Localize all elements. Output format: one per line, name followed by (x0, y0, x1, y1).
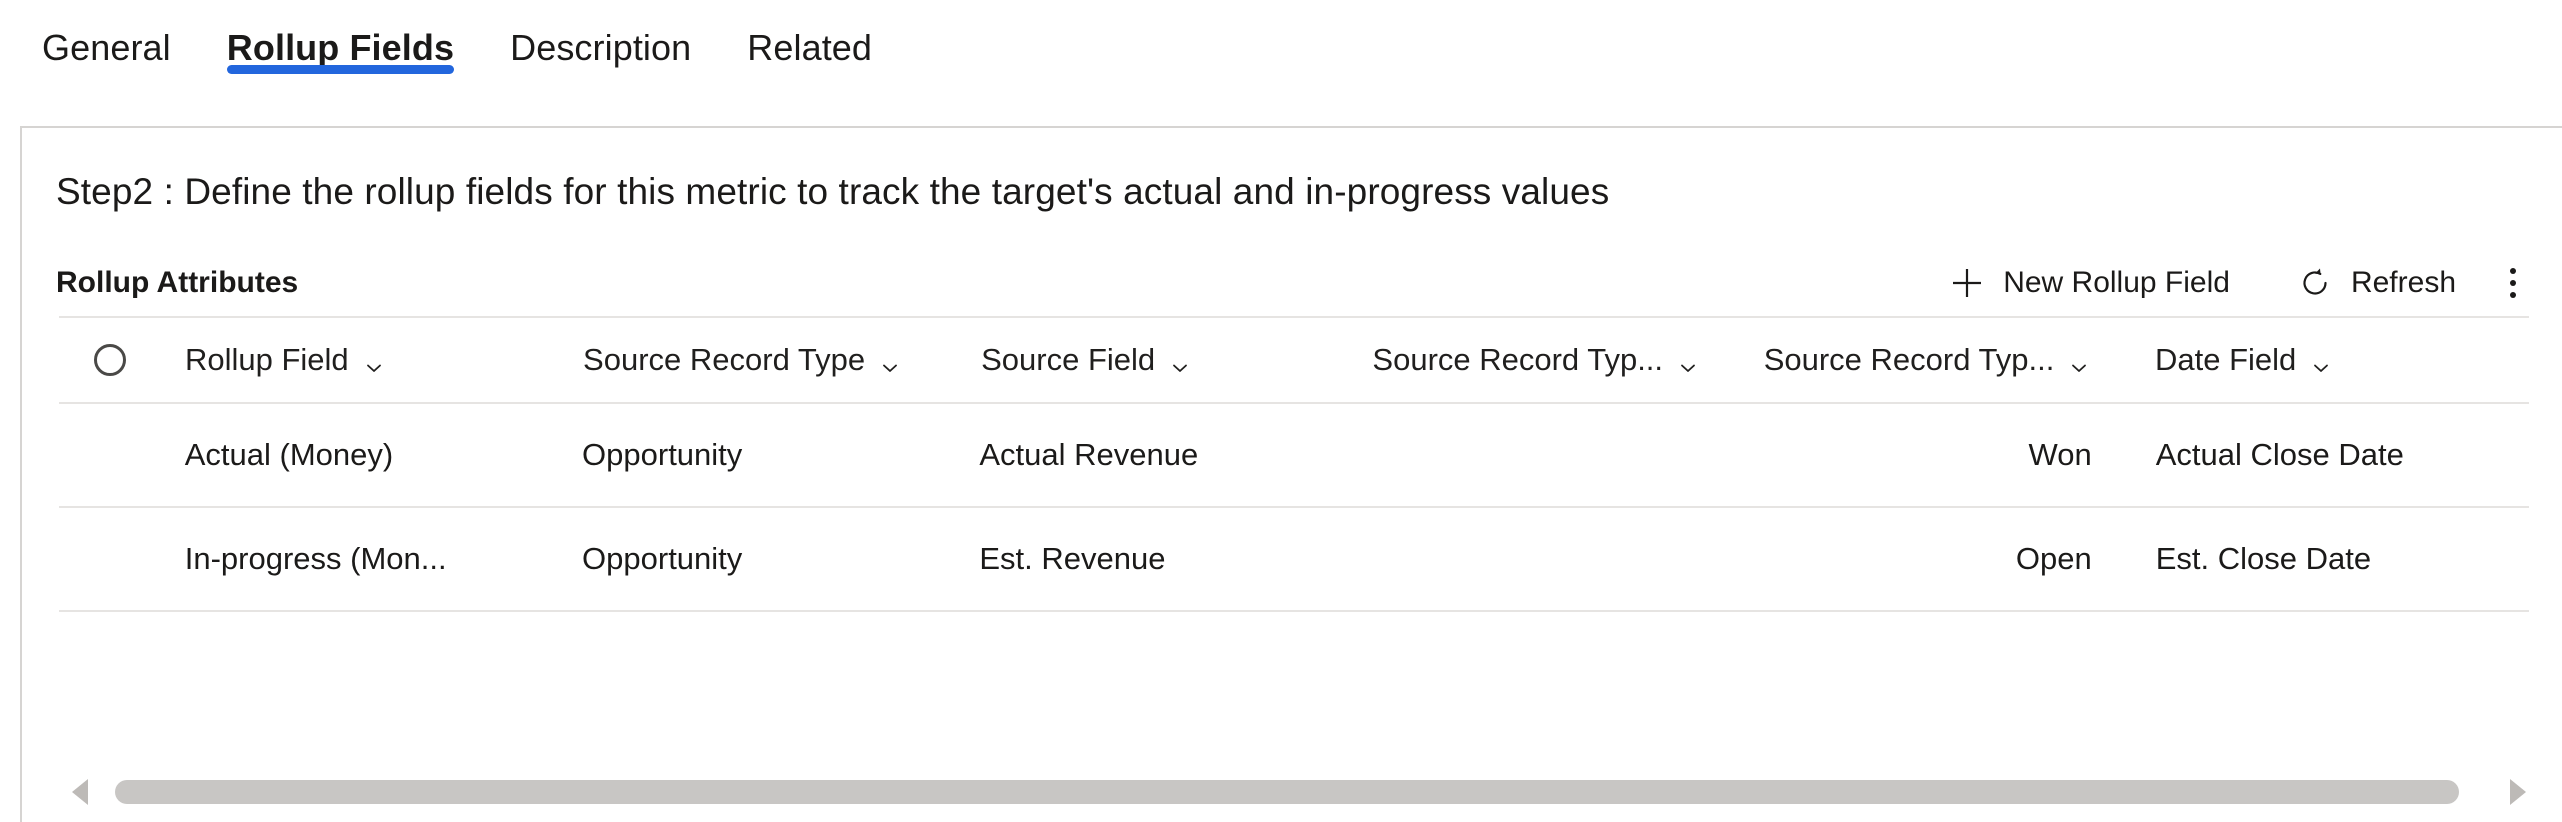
table-row[interactable]: In-progress (Mon... Opportunity Est. Rev… (59, 508, 2529, 612)
dot (2510, 292, 2516, 298)
cell-source-record-type: Opportunity (582, 541, 743, 576)
chevron-down-icon (1170, 350, 1190, 372)
cell-source-record-type-2 (1346, 404, 1739, 506)
scroll-left-arrow-icon[interactable] (59, 770, 101, 814)
cell-date-field: Est. Close Date (2155, 541, 2372, 576)
cell-source-record-type-2 (1346, 508, 1739, 610)
tab-label: General (42, 26, 171, 68)
rollup-attributes-toolbar: Rollup Attributes New Rollup Field Refre… (22, 250, 2562, 316)
chevron-down-icon (1678, 350, 1698, 372)
refresh-button[interactable]: Refresh (2282, 258, 2472, 308)
column-header-rollup-field[interactable]: Rollup Field (161, 318, 559, 402)
column-header-label: Date Field (2154, 342, 2297, 377)
chevron-down-icon (880, 350, 900, 372)
column-header-source-record-type-2[interactable]: Source Record Typ... (1348, 318, 1739, 402)
tab-general[interactable]: General (14, 0, 199, 95)
tab-selected-underline (226, 65, 455, 74)
select-all-circle-icon[interactable] (93, 344, 126, 376)
cell-source-record-type-3: Won (2028, 437, 2092, 472)
column-header-label: Source Record Type (583, 342, 866, 377)
scrollbar-track[interactable] (115, 770, 2483, 814)
tab-related[interactable]: Related (719, 0, 900, 95)
cell-rollup-field: In-progress (Mon... (184, 541, 447, 576)
dot (2510, 268, 2516, 274)
triangle-left (72, 779, 88, 805)
dot (2510, 280, 2516, 286)
row-select-cell[interactable] (59, 404, 161, 506)
tab-label: Rollup Fields (226, 26, 455, 68)
tab-strip: General Rollup Fields Description Relate… (0, 0, 2562, 95)
more-vertical-icon[interactable] (2490, 257, 2536, 309)
tab-label: Description (510, 26, 692, 68)
column-header-label: Source Field (981, 342, 1156, 377)
tab-description[interactable]: Description (482, 0, 719, 95)
refresh-icon (2298, 266, 2332, 300)
scrollbar-thumb[interactable] (115, 780, 2460, 804)
cell-rollup-field: Actual (Money) (184, 437, 394, 472)
grid-header-row: Rollup Field Source Record Type Source F… (59, 316, 2529, 404)
column-header-label: Rollup Field (184, 342, 349, 377)
triangle-right (2510, 779, 2526, 805)
section-title: Rollup Attributes (56, 266, 299, 299)
plus-icon (1950, 266, 1984, 300)
chevron-down-icon (2069, 350, 2089, 372)
cell-source-record-type-3: Open (2015, 541, 2092, 576)
rollup-attributes-grid: Rollup Field Source Record Type Source F… (59, 316, 2529, 612)
column-header-source-record-type-3[interactable]: Source Record Typ... (1740, 318, 2131, 402)
rollup-fields-panel: Step2 : Define the rollup fields for thi… (20, 126, 2562, 822)
column-header-source-field[interactable]: Source Field (957, 318, 1348, 402)
column-header-label: Source Record Typ... (1372, 342, 1664, 377)
tab-label: Related (747, 26, 873, 68)
chevron-down-icon (364, 350, 384, 372)
table-row[interactable]: Actual (Money) Opportunity Actual Revenu… (59, 404, 2529, 508)
chevron-down-icon (2311, 350, 2331, 372)
column-header-date-field[interactable]: Date Field (2131, 318, 2529, 402)
cell-source-field: Est. Revenue (979, 541, 1166, 576)
cell-source-record-type: Opportunity (582, 437, 743, 472)
step-instruction-text: Step2 : Define the rollup fields for thi… (56, 171, 1610, 212)
cell-date-field: Actual Close Date (2155, 437, 2404, 472)
new-rollup-field-button[interactable]: New Rollup Field (1934, 258, 2246, 308)
row-select-cell[interactable] (59, 508, 161, 610)
scroll-right-arrow-icon[interactable] (2497, 770, 2539, 814)
column-header-label: Source Record Typ... (1763, 342, 2055, 377)
column-header-source-record-type[interactable]: Source Record Type (559, 318, 957, 402)
horizontal-scrollbar[interactable] (59, 770, 2539, 814)
new-rollup-field-label: New Rollup Field (2003, 266, 2230, 299)
refresh-label: Refresh (2350, 266, 2456, 299)
tab-rollup-fields[interactable]: Rollup Fields (199, 0, 482, 95)
cell-source-field: Actual Revenue (979, 437, 1199, 472)
select-all-cell[interactable] (59, 318, 161, 402)
